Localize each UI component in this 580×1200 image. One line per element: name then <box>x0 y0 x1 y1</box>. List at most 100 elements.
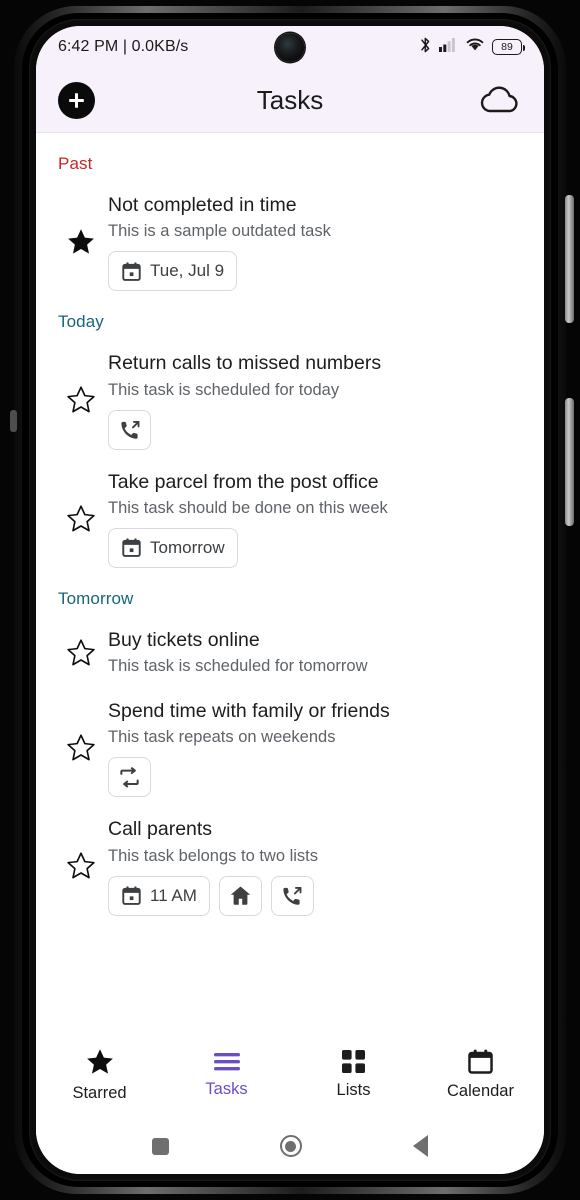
home-circle-icon[interactable] <box>279 1135 302 1157</box>
nav-item-label: Starred <box>72 1083 127 1102</box>
section-header-today: Today <box>58 312 104 332</box>
phone-screen: 6:42 PM | 0.0KB/s 89 Tasks Past Not comp… <box>36 26 544 1174</box>
calendar-icon <box>122 262 141 281</box>
task-row[interactable]: Call parents This task belongs to two lis… <box>36 807 544 925</box>
task-chip[interactable] <box>218 875 262 916</box>
task-description: This task is scheduled for today <box>108 380 340 399</box>
task-title: Return calls to missed numbers <box>108 352 382 375</box>
task-chip-row: Tue, Jul 9 <box>108 251 522 292</box>
task-description: This is a sample outdated task <box>108 222 331 241</box>
task-chip-label: Tomorrow <box>150 537 225 557</box>
hamburger-lines-icon <box>213 1052 240 1070</box>
task-chip[interactable] <box>270 875 314 916</box>
add-task-button[interactable] <box>58 81 95 119</box>
task-row[interactable]: Take parcel from the post office This tas… <box>36 460 544 578</box>
star-outline-icon <box>67 505 95 532</box>
task-chip[interactable] <box>108 409 151 450</box>
task-chip[interactable] <box>108 757 151 798</box>
task-chip[interactable]: Tomorrow <box>108 527 238 568</box>
task-chip-label: Tue, Jul 9 <box>150 261 225 281</box>
task-title: Call parents <box>108 818 213 841</box>
status-time-and-network: 6:42 PM | 0.0KB/s <box>58 38 189 55</box>
recents-square-icon[interactable] <box>151 1137 169 1155</box>
star-toggle-button[interactable] <box>54 851 108 881</box>
nav-item-lists[interactable]: Lists <box>290 1049 417 1100</box>
task-title: Not completed in time <box>108 194 297 216</box>
task-description: This task belongs to two lists <box>108 846 319 865</box>
status-bar: 6:42 PM | 0.0KB/s 89 <box>36 26 544 68</box>
repeat-icon <box>118 766 141 789</box>
outgoing-call-icon <box>281 885 303 907</box>
nav-item-calendar[interactable]: Calendar <box>417 1048 544 1101</box>
task-body: Spend time with family or friends This ta… <box>108 693 522 803</box>
hamburger-lines-icon <box>213 1051 241 1073</box>
task-title: Spend time with family or friends <box>108 700 390 723</box>
task-row[interactable]: Spend time with family or friends This ta… <box>36 689 544 807</box>
android-system-navigation[interactable] <box>36 1118 544 1174</box>
home-icon <box>230 886 251 905</box>
nav-item-label: Tasks <box>205 1079 248 1098</box>
task-description: This task is scheduled for tomorrow <box>108 657 368 676</box>
battery-level-label: 89 <box>501 41 513 53</box>
task-list[interactable]: Past Not completed in time This is a sampl… <box>36 133 544 1030</box>
page-title: Tasks <box>256 84 324 115</box>
battery-icon: 89 <box>492 39 525 55</box>
task-title: Buy tickets online <box>108 628 260 651</box>
star-toggle-button[interactable] <box>54 733 108 763</box>
bluetooth-icon <box>419 36 432 59</box>
task-body: Take parcel from the post office This tas… <box>108 464 522 574</box>
nav-item-label: Calendar <box>447 1082 514 1100</box>
star-filled-icon <box>68 229 94 254</box>
task-description: This task should be done on this week <box>108 498 388 517</box>
task-chip-row <box>108 757 522 798</box>
outgoing-call-icon <box>120 420 139 439</box>
status-icons: 89 <box>419 36 525 59</box>
star-outline-icon <box>67 734 95 761</box>
task-body: Buy tickets online This task is scheduled… <box>108 622 522 685</box>
star-toggle-button[interactable] <box>54 385 108 415</box>
phone-frame: 6:42 PM | 0.0KB/s 89 Tasks Past Not comp… <box>0 0 580 1200</box>
task-chip[interactable]: 11 AM <box>108 875 210 916</box>
front-camera-punch-hole <box>275 33 305 62</box>
bottom-navigation[interactable]: Starred Tasks Lists Calendar <box>36 1030 544 1118</box>
star-toggle-button[interactable] <box>54 638 108 668</box>
task-body: Call parents This task belongs to two lis… <box>108 811 522 921</box>
task-row[interactable]: Return calls to missed numbers This task … <box>36 341 544 459</box>
star-outline-icon <box>67 852 95 879</box>
calendar-icon <box>467 1048 494 1075</box>
task-row[interactable]: Buy tickets online This task is scheduled… <box>36 618 544 689</box>
nav-item-starred[interactable]: Starred <box>36 1047 163 1103</box>
nav-item-tasks[interactable]: Tasks <box>163 1051 290 1099</box>
task-row[interactable]: Not completed in time This is a sample ou… <box>36 183 544 301</box>
star-filled-icon <box>86 1048 113 1074</box>
task-body: Not completed in time This is a sample ou… <box>108 187 522 297</box>
star-toggle-button[interactable] <box>54 227 108 257</box>
task-chip-label: 11 AM <box>150 885 197 905</box>
wifi-icon <box>465 37 485 57</box>
calendar-icon <box>121 261 142 282</box>
repeat-icon <box>120 767 139 788</box>
outgoing-call-icon <box>119 419 141 441</box>
back-triangle-icon[interactable] <box>413 1135 429 1157</box>
star-toggle-button[interactable] <box>54 504 108 534</box>
cellular-signal-icon <box>439 37 458 57</box>
calendar-icon <box>121 537 142 558</box>
section-header-past: Past <box>58 154 93 173</box>
grid-squares-icon <box>341 1049 366 1074</box>
task-body: Return calls to missed numbers This task … <box>108 345 522 455</box>
outgoing-call-icon <box>283 886 302 905</box>
star-filled-icon <box>85 1047 115 1077</box>
volume-button[interactable] <box>565 195 574 323</box>
left-side-button[interactable] <box>10 410 17 432</box>
power-button[interactable] <box>565 398 574 526</box>
calendar-icon <box>121 885 142 906</box>
star-outline-icon <box>67 639 95 666</box>
calendar-icon <box>468 1049 493 1074</box>
section-header-tomorrow: Tomorrow <box>58 588 134 608</box>
task-chip[interactable]: Tue, Jul 9 <box>108 251 238 292</box>
task-chip-row: 11 AM <box>108 875 522 916</box>
cloud-sync-button[interactable] <box>478 84 522 116</box>
task-chip-row: Tomorrow <box>108 527 522 568</box>
star-outline-icon <box>67 386 95 413</box>
app-bar: Tasks <box>36 68 544 132</box>
